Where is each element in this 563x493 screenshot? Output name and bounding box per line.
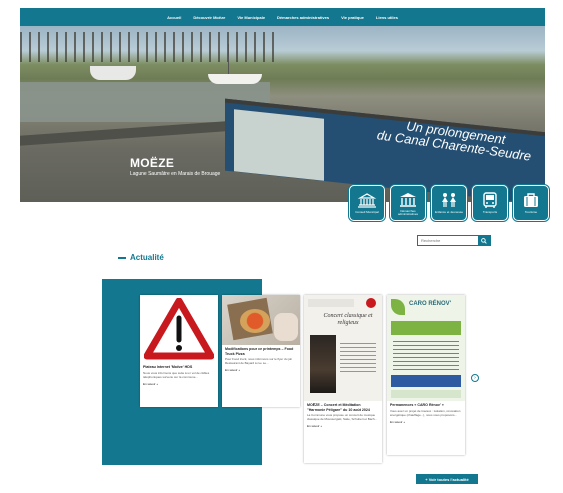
children-icon (442, 193, 456, 207)
tile-label: Tourisme (524, 210, 538, 214)
flyer-green-banner (391, 321, 461, 335)
flyer-leaf-icon (391, 299, 405, 315)
flyer-photo (310, 335, 336, 393)
pizza (240, 309, 270, 333)
flyer-emblem (366, 298, 376, 308)
news-card-excerpt: Pour Food truck, nous informons sur le f… (225, 357, 292, 365)
main-navigation: Accueil Découvrir Moëze Vie Municipale D… (20, 8, 545, 26)
nav-item-accueil[interactable]: Accueil (167, 15, 181, 20)
pizza-image (222, 295, 300, 345)
news-card[interactable]: CARO RÉNOV' Permanences « CARO Rénov' » … (387, 295, 465, 455)
search-box (417, 235, 491, 246)
chevron-right-icon: › (474, 375, 476, 381)
flyer-footer (391, 390, 461, 398)
read-more-link[interactable]: En savoir + (222, 365, 300, 372)
flyer-brand: CARO RÉNOV' (409, 301, 452, 307)
caro-renov-flyer-image: CARO RÉNOV' (387, 295, 465, 401)
nav-item-decouvrir[interactable]: Découvrir Moëze (193, 15, 225, 20)
hand (274, 313, 298, 341)
suitcase-icon (524, 193, 538, 207)
news-card[interactable]: Concert classique et religieux MOËZE – C… (304, 295, 382, 463)
bus-icon (483, 192, 497, 208)
heading-dash (118, 256, 126, 259)
hero-boat (208, 74, 262, 84)
tile-tourisme[interactable]: Tourisme (513, 185, 549, 221)
hero-sign-map (234, 109, 324, 181)
tile-enfance[interactable]: Enfance et Jeunesse (431, 185, 467, 221)
nav-item-demarches[interactable]: Démarches administratives (277, 15, 329, 20)
news-card[interactable]: Plateau Internet 'Moëze' HDS Nous vous i… (140, 295, 218, 407)
concert-flyer-image: Concert classique et religieux (304, 295, 382, 401)
tile-label: Enfance et Jeunesse (434, 210, 464, 214)
town-hall-icon (357, 193, 377, 208)
news-card[interactable]: Modifications pour ce printemps – Food T… (222, 295, 300, 407)
section-title: Actualité (130, 253, 164, 262)
flyer-blue-banner (391, 375, 461, 387)
news-card-title[interactable]: Modifications pour ce printemps – Food T… (222, 345, 300, 356)
search-input[interactable] (418, 236, 478, 245)
search-button[interactable] (478, 236, 490, 245)
flyer-logo-bar (308, 299, 354, 307)
nav-item-vie-pratique[interactable]: Vie pratique (341, 15, 364, 20)
tile-conseil-municipal[interactable]: Conseil Municipal (349, 185, 385, 221)
news-card-title[interactable]: MOËZE – Concert et Méditation "Harmonie … (304, 401, 382, 412)
hero-mast (228, 44, 229, 76)
read-more-link[interactable]: En savoir + (387, 417, 465, 424)
all-news-button[interactable]: + Voir toutes l'actualité (416, 474, 478, 484)
institution-icon (400, 192, 416, 207)
tile-transports[interactable]: Transports (472, 185, 508, 221)
news-card-excerpt: Nous vous informons que suite à un vol d… (143, 370, 210, 379)
news-card-excerpt: La Commune vous propose un concert de mu… (307, 413, 378, 421)
flyer-text-lines (340, 343, 376, 373)
warning-triangle-icon (144, 298, 214, 360)
news-card-excerpt: Vous avez un projet de travaux : isolati… (390, 408, 461, 417)
flyer-text-lines (393, 341, 459, 371)
warning-image (140, 295, 218, 363)
tile-label: Conseil Municipal (355, 210, 379, 214)
search-icon (481, 237, 487, 244)
hero-banner: Un prolongement du Canal Charente-Seudre… (20, 26, 545, 202)
tile-demarches[interactable]: Démarches administratives (390, 185, 426, 221)
tile-label: Démarches administratives (397, 208, 418, 216)
read-more-link[interactable]: En savoir + (304, 421, 382, 428)
hero-boat (90, 66, 136, 80)
hero-railing (20, 120, 240, 146)
flyer-title: Concert classique et religieux (323, 313, 373, 326)
nav-item-vie-municipale[interactable]: Vie Municipale (237, 15, 265, 20)
hero-posts (20, 32, 280, 62)
quick-access-tiles: Conseil Municipal Démarches administrati… (349, 185, 549, 221)
page: Accueil Découvrir Moëze Vie Municipale D… (0, 0, 563, 493)
town-tagline: Lagune Saumâtre en Marais de Brouage (130, 171, 221, 177)
carousel-next-button[interactable]: › (471, 374, 479, 382)
read-more-link[interactable]: En savoir + (140, 379, 218, 386)
tile-label: Transports (482, 210, 498, 214)
nav-item-liens-utiles[interactable]: Liens utiles (376, 15, 398, 20)
news-section-heading: Actualité (118, 253, 164, 262)
town-name: MOËZE (130, 156, 175, 170)
